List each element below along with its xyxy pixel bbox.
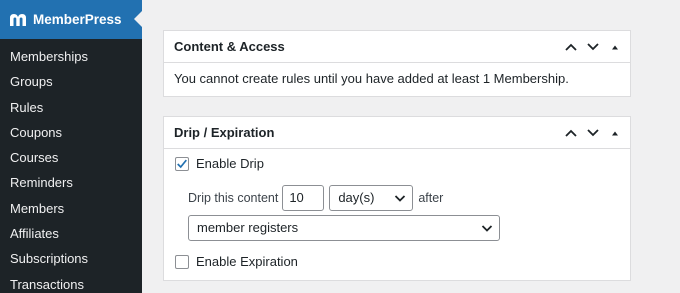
panel-controls (560, 31, 630, 63)
sidebar-item-rules[interactable]: Rules (0, 95, 142, 120)
drip-settings-row: Drip this content 10 day(s) after (188, 185, 443, 211)
drip-after-text: after (418, 191, 444, 205)
sidebar-item-courses[interactable]: Courses (0, 145, 142, 170)
move-up-button[interactable] (560, 36, 582, 58)
panel-title: Drip / Expiration (174, 125, 275, 140)
chevron-down-icon (587, 43, 599, 51)
chevron-down-icon (587, 129, 599, 137)
enable-expiration-label: Enable Expiration (196, 254, 298, 269)
drip-amount-input[interactable]: 10 (282, 185, 325, 211)
panel-controls (560, 117, 630, 149)
panel-header: Drip / Expiration (164, 117, 630, 149)
checkmark-icon (177, 159, 187, 168)
chevron-up-icon (565, 43, 577, 51)
sidebar-item-members[interactable]: Members (0, 196, 142, 221)
sidebar-item-groups[interactable]: Groups (0, 69, 142, 94)
sidebar-item-transactions[interactable]: Transactions (0, 272, 142, 293)
move-up-button[interactable] (560, 122, 582, 144)
drip-unit-value: day(s) (338, 190, 375, 205)
enable-drip-checkbox[interactable] (175, 156, 189, 171)
panel-header: Content & Access (164, 31, 630, 63)
drip-event-select[interactable]: member registers (188, 215, 500, 241)
content-access-panel: Content & Access You cannot create rules… (163, 30, 631, 97)
toggle-panel-button[interactable] (604, 36, 626, 58)
move-down-button[interactable] (582, 122, 604, 144)
sidebar-item-coupons[interactable]: Coupons (0, 120, 142, 145)
sidebar-submenu: Memberships Groups Rules Coupons Courses… (0, 44, 142, 293)
drip-unit-select[interactable]: day(s) (329, 185, 414, 211)
sidebar-brand-item[interactable]: MemberPress (0, 0, 142, 39)
memberpress-logo-icon (10, 13, 26, 26)
enable-expiration-checkbox[interactable] (175, 254, 189, 269)
drip-expiration-panel: Drip / Expiration Enable Drip Drip this … (163, 116, 631, 281)
current-menu-arrow (134, 11, 142, 27)
chevron-up-icon (565, 129, 577, 137)
toggle-panel-button[interactable] (604, 122, 626, 144)
no-membership-notice: You cannot create rules until you have a… (174, 71, 569, 86)
admin-sidebar: MemberPress Memberships Groups Rules Cou… (0, 0, 142, 293)
sidebar-item-reminders[interactable]: Reminders (0, 170, 142, 195)
chevron-down-icon (481, 225, 493, 232)
sidebar-item-memberships[interactable]: Memberships (0, 44, 142, 69)
chevron-down-icon (395, 195, 406, 202)
triangle-up-icon (612, 131, 618, 136)
enable-expiration-row: Enable Expiration (175, 254, 298, 269)
drip-prefix-text: Drip this content (188, 191, 279, 205)
sidebar-item-affiliates[interactable]: Affiliates (0, 221, 142, 246)
triangle-up-icon (612, 45, 618, 50)
drip-event-value: member registers (197, 220, 299, 235)
panel-title: Content & Access (174, 39, 285, 54)
sidebar-item-subscriptions[interactable]: Subscriptions (0, 246, 142, 271)
enable-drip-label: Enable Drip (196, 156, 264, 171)
move-down-button[interactable] (582, 36, 604, 58)
enable-drip-row: Enable Drip (175, 156, 264, 171)
sidebar-brand-label: MemberPress (33, 12, 122, 27)
